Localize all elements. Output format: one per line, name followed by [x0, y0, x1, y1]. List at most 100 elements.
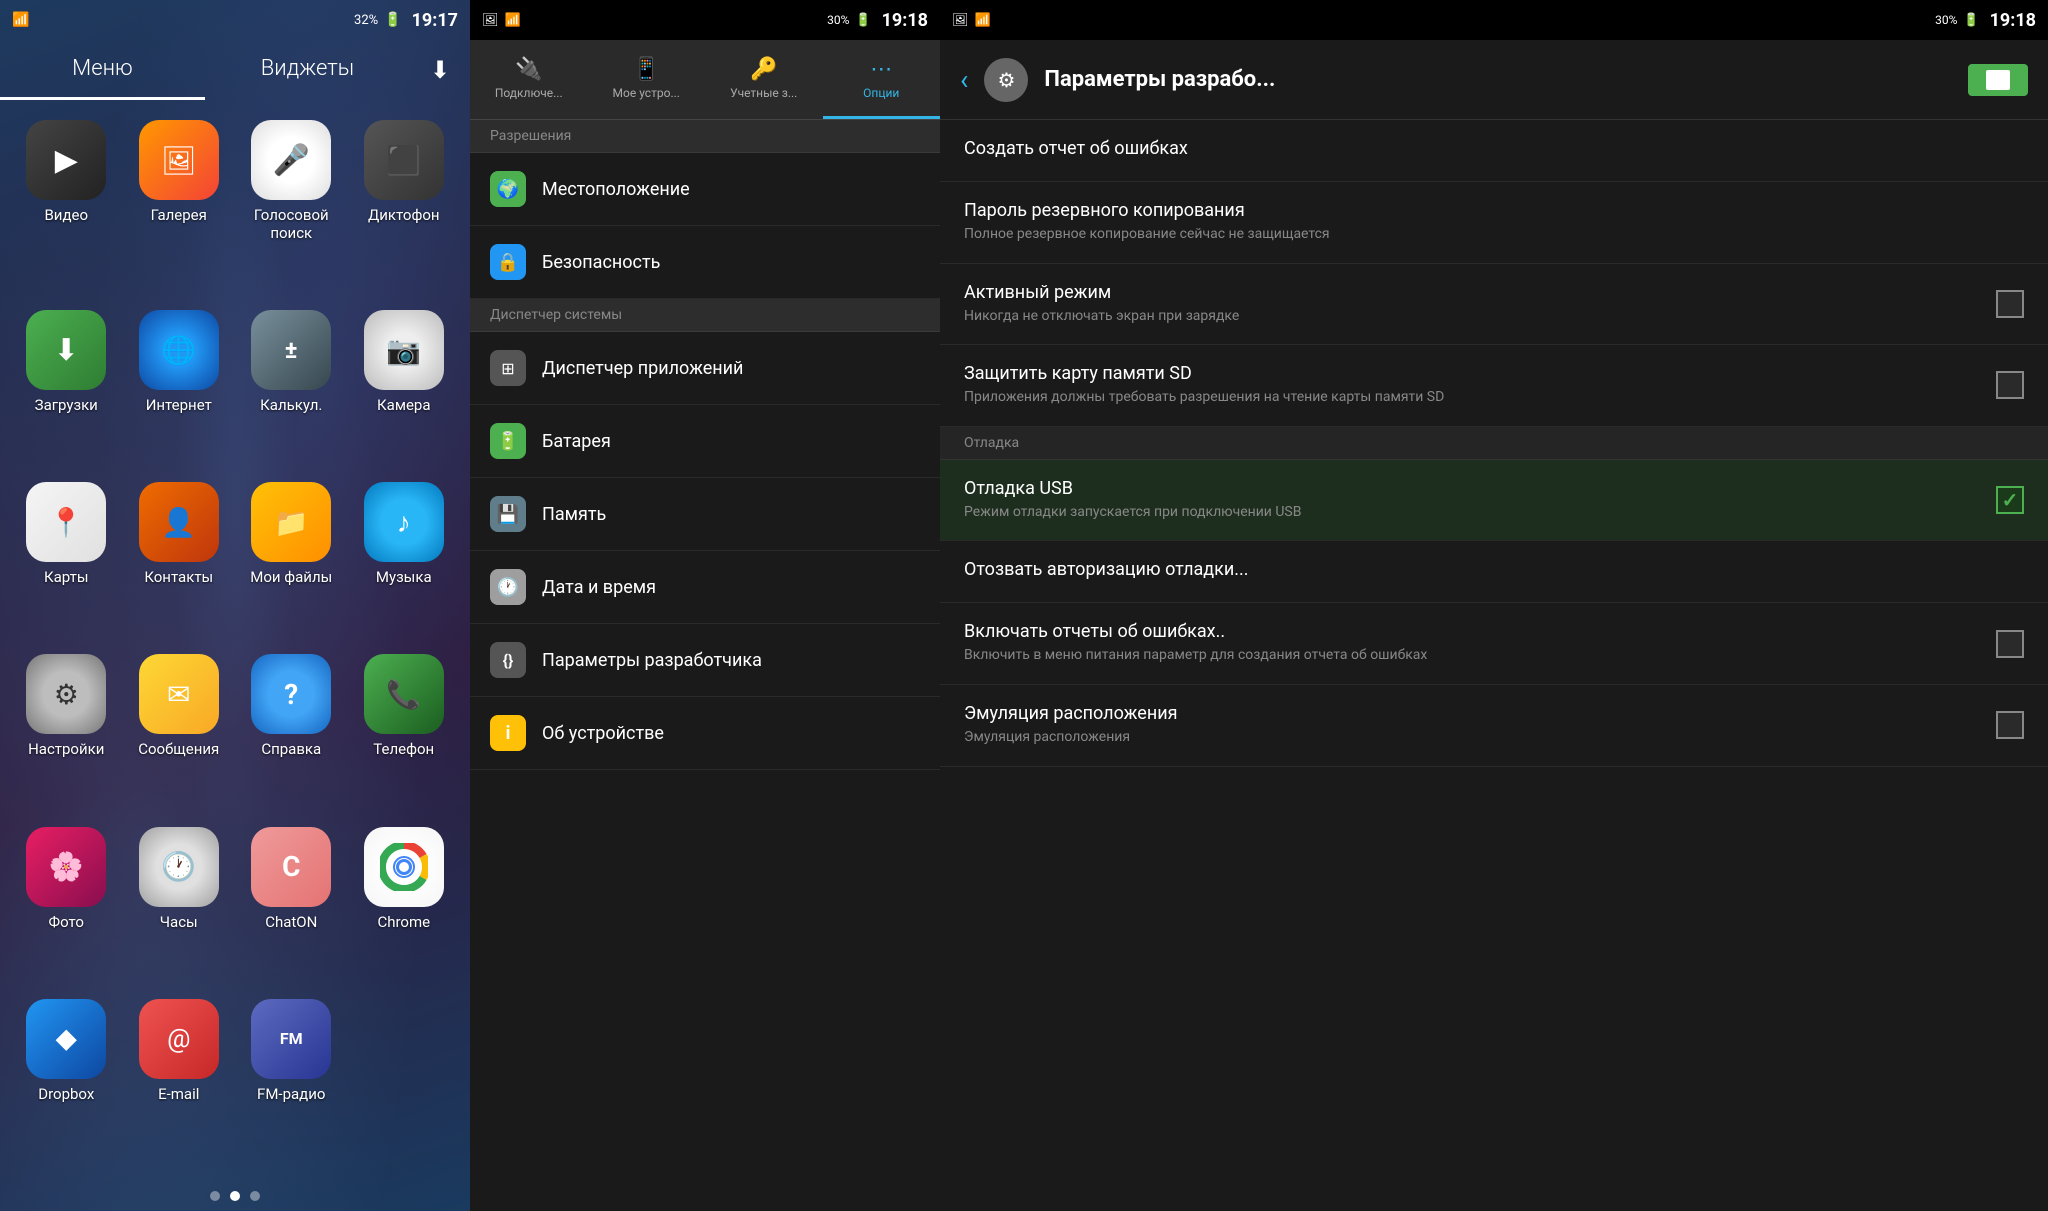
accounts-icon: 🔑 — [750, 57, 777, 82]
app-icon-camera: 📷 — [364, 310, 444, 390]
developer-options-screen: 🖼 📶 30% 🔋 19:18 ‹ ⚙ Параметры разрабо...… — [940, 0, 2048, 1211]
app-myfiles[interactable]: 📁 Мои файлы — [240, 482, 343, 644]
dev-item-active-mode[interactable]: Активный режим Никогда не отключать экра… — [940, 264, 2048, 346]
app-chaton[interactable]: C ChatON — [240, 827, 343, 989]
developer-toggle[interactable] — [1968, 64, 2028, 96]
app-settings[interactable]: ⚙ Настройки — [15, 654, 118, 816]
settings-datetime[interactable]: 🕐 Дата и время — [470, 551, 940, 624]
app-clock[interactable]: 🕐 Часы — [128, 827, 231, 989]
tab-menu[interactable]: Меню — [0, 40, 205, 100]
battery-icon-2: 🔋 — [855, 13, 871, 28]
dev-wifi-icon: 📶 — [975, 13, 991, 28]
app-help[interactable]: ? Справка — [240, 654, 343, 816]
app-icon-downloads: ⬇ — [26, 310, 106, 390]
dot-3 — [250, 1191, 260, 1201]
app-dropbox[interactable]: ◆ Dropbox — [15, 999, 118, 1161]
tab-widgets[interactable]: Виджеты — [205, 40, 410, 100]
app-maps[interactable]: 📍 Карты — [15, 482, 118, 644]
tab-connections[interactable]: 🔌 Подключе... — [470, 40, 588, 119]
app-icon-calc: ± — [251, 310, 331, 390]
battery-icon: 🔋 — [384, 12, 401, 28]
app-icon-email: @ — [139, 999, 219, 1079]
app-gallery[interactable]: 🖼 Галерея — [128, 120, 231, 300]
settings-location[interactable]: 🌍 Местоположение — [470, 153, 940, 226]
settings-developer[interactable]: {} Параметры разработчика — [470, 624, 940, 697]
connections-icon: 🔌 — [515, 57, 542, 82]
battery-level-2: 30% — [827, 13, 849, 27]
tab-accounts[interactable]: 🔑 Учетные з... — [705, 40, 823, 119]
app-icon-chrome — [364, 827, 444, 907]
app-video[interactable]: ▶ Видео — [15, 120, 118, 300]
dev-item-location-emulation[interactable]: Эмуляция расположения Эмуляция расположе… — [940, 685, 2048, 767]
dot-1 — [210, 1191, 220, 1201]
status-bar-dev: 🖼 📶 30% 🔋 19:18 — [940, 0, 2048, 40]
app-messages[interactable]: ✉ Сообщения — [128, 654, 231, 816]
datetime-icon: 🕐 — [490, 569, 526, 605]
app-icon-music: ♪ — [364, 482, 444, 562]
battery-menu-icon: 🔋 — [490, 423, 526, 459]
developer-content: Создать отчет об ошибках Пароль резервно… — [940, 120, 2048, 1211]
status-left: 🖼 📶 — [482, 13, 521, 28]
app-icon-files: 📁 — [251, 482, 331, 562]
app-icon-dropbox: ◆ — [26, 999, 106, 1079]
app-camera[interactable]: 📷 Камера — [353, 310, 456, 472]
app-phone[interactable]: 📞 Телефон — [353, 654, 456, 816]
app-icon-maps: 📍 — [26, 482, 106, 562]
app-icon-chaton: C — [251, 827, 331, 907]
dev-item-backup-password[interactable]: Пароль резервного копирования Полное рез… — [940, 182, 2048, 264]
app-music[interactable]: ♪ Музыка — [353, 482, 456, 644]
back-button[interactable]: ‹ — [960, 63, 968, 96]
app-contacts[interactable]: 👤 Контакты — [128, 482, 231, 644]
usb-debug-checkbox[interactable] — [1996, 486, 2024, 514]
wifi-icon: 📶 — [12, 12, 29, 28]
settings-tabs: 🔌 Подключе... 📱 Мое устро... 🔑 Учетные з… — [470, 40, 940, 120]
app-icon-help: ? — [251, 654, 331, 734]
error-reports-checkbox[interactable] — [1996, 630, 2024, 658]
settings-about[interactable]: i Об устройстве — [470, 697, 940, 770]
app-downloads[interactable]: ⬇ Загрузки — [15, 310, 118, 472]
status-bar-home: 📶 32% 🔋 19:17 — [0, 0, 470, 40]
app-fm-radio[interactable]: FM FM-радио — [240, 999, 343, 1161]
app-grid: ▶ Видео 🖼 Галерея 🎤 Голосовой поиск ⬛ Ди… — [0, 100, 470, 1181]
app-photos[interactable]: 🌸 Фото — [15, 827, 118, 989]
app-icon-phone: 📞 — [364, 654, 444, 734]
status-bar-right: 32% 🔋 19:17 — [354, 10, 458, 31]
tab-device[interactable]: 📱 Мое устро... — [588, 40, 706, 119]
app-icon-dictaphone: ⬛ — [364, 120, 444, 200]
dev-photo-icon: 🖼 — [952, 13, 969, 28]
dev-item-revoke-auth[interactable]: Отозвать авторизацию отладки... — [940, 541, 2048, 603]
app-email[interactable]: @ E-mail — [128, 999, 231, 1161]
settings-app-manager[interactable]: ⊞ Диспетчер приложений — [470, 332, 940, 405]
active-mode-checkbox[interactable] — [1996, 290, 2024, 318]
tab-options[interactable]: ⋯ Опции — [823, 40, 941, 119]
protect-sd-checkbox[interactable] — [1996, 371, 2024, 399]
dev-battery-level: 30% — [1935, 13, 1957, 27]
security-icon: 🔒 — [490, 244, 526, 280]
device-icon: 📱 — [633, 57, 660, 82]
location-emulation-checkbox[interactable] — [1996, 711, 2024, 739]
dev-settings-icon: ⚙ — [984, 58, 1028, 102]
app-dictaphone[interactable]: ⬛ Диктофон — [353, 120, 456, 300]
system-manager-header: Диспетчер системы — [470, 299, 940, 332]
settings-storage[interactable]: 💾 Память — [470, 478, 940, 551]
page-indicator — [0, 1181, 470, 1211]
settings-security[interactable]: 🔒 Безопасность — [470, 226, 940, 299]
location-icon: 🌍 — [490, 171, 526, 207]
app-voice-search[interactable]: 🎤 Голосовой поиск — [240, 120, 343, 300]
photo-icon: 🖼 — [482, 13, 499, 28]
dev-item-protect-sd[interactable]: Защитить карту памяти SD Приложения долж… — [940, 345, 2048, 427]
app-calculator[interactable]: ± Калькул. — [240, 310, 343, 472]
dev-item-usb-debug[interactable]: Отладка USB Режим отладки запускается пр… — [940, 460, 2048, 542]
wifi-icon-2: 📶 — [505, 13, 521, 28]
settings-battery[interactable]: 🔋 Батарея — [470, 405, 940, 478]
download-button[interactable]: ⬇ — [410, 40, 470, 100]
dev-item-bug-report[interactable]: Создать отчет об ошибках — [940, 120, 2048, 182]
app-internet[interactable]: 🌐 Интернет — [128, 310, 231, 472]
dev-item-error-reports[interactable]: Включать отчеты об ошибках.. Включить в … — [940, 603, 2048, 685]
app-icon-internet: 🌐 — [139, 310, 219, 390]
options-icon: ⋯ — [870, 57, 892, 82]
app-chrome[interactable]: Chrome — [353, 827, 456, 989]
download-icon: ⬇ — [430, 56, 450, 84]
status-right: 30% 🔋 19:18 — [827, 10, 928, 31]
dev-battery-icon: 🔋 — [1963, 13, 1979, 28]
